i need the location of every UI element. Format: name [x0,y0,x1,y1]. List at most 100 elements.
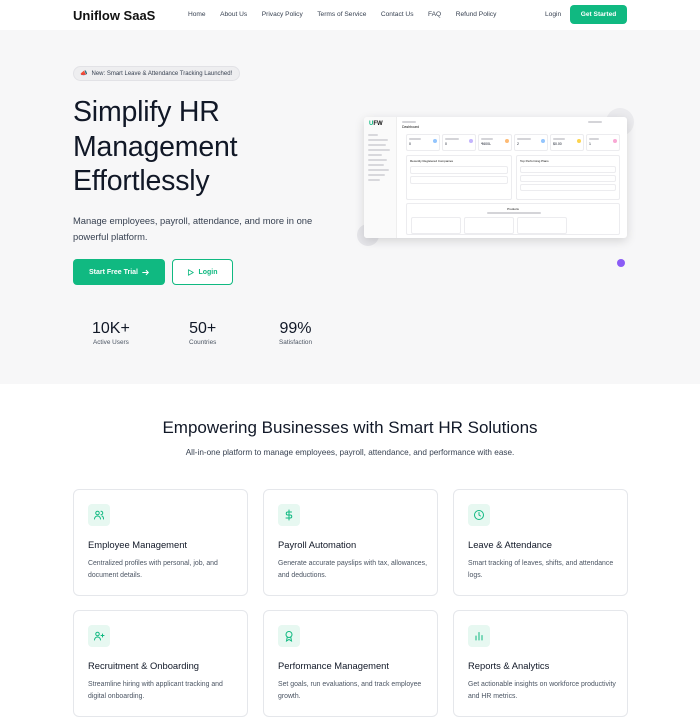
hero-title-line: Management [73,130,238,163]
stat-value: 99% [279,320,312,337]
feature-card-employee[interactable]: Employee Management Centralized profiles… [73,489,248,596]
feature-desc: Smart tracking of leaves, shifts, and at… [468,560,614,579]
preview-lang [588,121,602,123]
nav-link-contact[interactable]: Contact Us [381,11,414,18]
nav-links: Home About Us Privacy Policy Terms of Se… [188,11,511,18]
stat-label: Satisfaction [279,339,313,346]
hero-subtitle: Manage employees, payroll, attendance, a… [73,215,313,242]
feature-card-performance[interactable]: Performance Management Set goals, run ev… [263,610,438,717]
stat-countries: 50+ Countries [189,320,216,346]
preview-stat-card: 1 [586,134,620,151]
bar-chart-icon [468,625,490,647]
preview-stat-line [517,138,531,140]
feature-card-reports[interactable]: Reports & Analytics Get actionable insig… [453,610,628,717]
dollar-icon [278,504,300,526]
preview-stat-card: ₹600L [478,134,512,151]
announcement-badge[interactable]: 📣 New: Smart Leave & Attendance Tracking… [73,66,241,81]
preview-stat-card: 0 [406,134,440,151]
preview-stat-dot [613,139,617,143]
play-icon [188,268,195,276]
feature-desc: Set goals, run evaluations, and track em… [278,681,422,700]
nav-login-link[interactable]: Login [545,11,561,18]
preview-stat-value: 2 [517,142,519,146]
feature-card-leave[interactable]: Leave & Attendance Smart tracking of lea… [453,489,628,596]
stat-active-users: 10K+ Active Users [92,320,130,346]
preview-breadcrumb [402,121,416,123]
feature-title: Leave & Attendance [468,539,552,550]
preview-sidebar-item [368,144,386,146]
hero-login-button[interactable]: Login [172,259,233,285]
get-started-button[interactable]: Get Started [570,5,627,24]
preview-sidebar-item [368,159,387,161]
preview-logo-rest: FW [373,121,383,127]
preview-sidebar-item [368,179,380,181]
preview-stat-value: $0.00 [553,142,562,146]
preview-stat-line [409,138,421,140]
feature-title: Performance Management [278,660,389,671]
preview-sidebar-item [368,154,382,156]
preview-stat-card: 2 [514,134,548,151]
award-icon [278,625,300,647]
preview-sidebar-item [368,174,385,176]
feature-desc: Get actionable insights on workforce pro… [468,681,616,700]
preview-stat-card: 0 [442,134,476,151]
hero-title: Simplify HR Management Effortlessly [73,95,333,199]
nav-link-about[interactable]: About Us [220,11,247,18]
features-subtitle: All-in-one platform to manage employees,… [185,448,515,457]
feature-card-payroll[interactable]: Payroll Automation Generate accurate pay… [263,489,438,596]
feature-desc: Generate accurate payslips with tax, all… [278,560,427,579]
start-free-trial-label: Start Free Trial [88,268,139,276]
stat-satisfaction: 99% Satisfaction [279,320,312,346]
nav-link-home[interactable]: Home [188,11,206,18]
brand-logo[interactable]: Uniflow SaaS [73,8,155,23]
preview-stat-dot [469,139,473,143]
preview-stat-dot [541,139,545,143]
preview-plans-panel: Top Performing Plans [516,155,620,200]
preview-row [520,184,616,191]
preview-stat-line [481,138,493,140]
preview-sidebar-item [368,169,389,171]
nav-link-privacy[interactable]: Privacy Policy [262,11,303,18]
nav-link-terms[interactable]: Terms of Service [317,11,366,18]
stat-label: Active Users [92,339,129,346]
start-free-trial-button[interactable]: Start Free Trial [73,259,165,285]
preview-stat-line [445,138,459,140]
preview-product [464,217,514,234]
preview-row [410,166,508,174]
feature-title: Payroll Automation [278,539,357,550]
preview-stat-dot [577,139,581,143]
hero-title-line: Effortlessly [73,165,210,197]
features-title: Empowering Businesses with Smart HR Solu… [162,418,538,437]
preview-heading: Dashboard [402,125,420,129]
stat-value: 50+ [189,320,217,337]
preview-main: Dashboard 0 0 ₹600L 2 $0.00 1 Recently R… [402,117,624,238]
preview-products-panel: Products [406,203,620,235]
users-icon [88,504,110,526]
preview-panel-title: Products [507,207,519,211]
preview-stat-card: $0.00 [550,134,584,151]
preview-row [520,166,616,173]
user-plus-icon [88,625,110,647]
feature-title: Employee Management [88,539,188,550]
badge-text: New: Smart Leave & Attendance Tracking L… [91,70,233,77]
preview-stat-value: 0 [409,142,411,146]
preview-stat-value: 0 [445,142,447,146]
preview-sidebar: UFW [364,117,397,238]
preview-stat-value: ₹600L [481,142,492,146]
preview-accent-dot [617,259,625,267]
preview-companies-panel: Recently Registered Companies [406,155,512,200]
nav-link-refund[interactable]: Refund Policy [456,11,497,18]
preview-stat-line [553,138,565,140]
preview-stat-value: 1 [589,142,591,146]
feature-desc: Streamline hiring with applicant trackin… [88,681,223,700]
preview-sidebar-item [368,164,384,166]
stat-label: Countries [189,339,217,346]
nav-link-faq[interactable]: FAQ [428,11,441,18]
feature-card-recruitment[interactable]: Recruitment & Onboarding Streamline hiri… [73,610,248,717]
preview-sidebar-item [368,149,390,151]
dashboard-preview-image: UFW Dashboard 0 0 ₹600L 2 $0.00 1 Recent… [364,117,627,238]
feature-desc: Centralized profiles with personal, job,… [88,560,218,579]
preview-logo: UFW [369,121,383,127]
preview-panel-title: Top Performing Plans [520,159,549,163]
feature-title: Reports & Analytics [468,660,550,671]
